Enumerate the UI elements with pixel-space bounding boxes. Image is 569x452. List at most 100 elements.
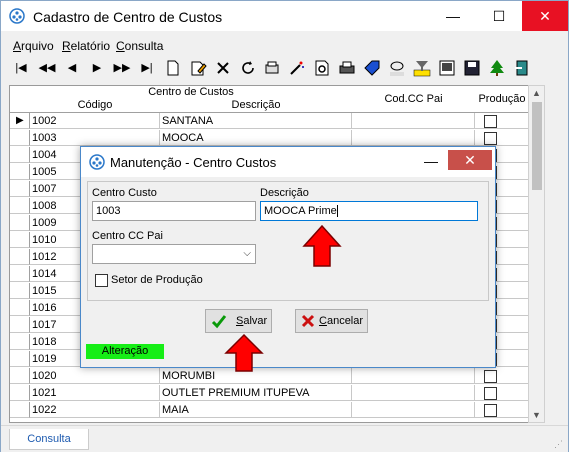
- new-document-icon[interactable]: [164, 59, 182, 77]
- goto-icon[interactable]: [388, 59, 406, 77]
- cell-producao: [475, 130, 529, 146]
- table-row[interactable]: 1003 MOOCA: [10, 130, 529, 147]
- salvar-label: alvar: [243, 315, 268, 327]
- refresh-icon[interactable]: [239, 59, 257, 77]
- row-indicator[interactable]: [10, 317, 30, 333]
- producao-checkbox[interactable]: [484, 370, 497, 383]
- header-producao[interactable]: Produção: [475, 86, 529, 113]
- edit-document-icon[interactable]: [189, 59, 207, 77]
- table-row[interactable]: ▶ 1002 SANTANA: [10, 113, 529, 130]
- table-row[interactable]: 1020 MORUMBI: [10, 368, 529, 385]
- cell-codigo[interactable]: 1003: [30, 130, 160, 146]
- cell-codigo[interactable]: 1022: [30, 402, 160, 418]
- print-preview-icon[interactable]: [313, 59, 331, 77]
- row-indicator[interactable]: ▶: [10, 113, 30, 129]
- menu-consulta[interactable]: Consulta: [116, 39, 163, 53]
- grid-vertical-scrollbar[interactable]: ▲ ▼: [528, 85, 545, 423]
- row-indicator[interactable]: [10, 198, 30, 214]
- filter-icon[interactable]: [413, 59, 431, 77]
- row-indicator[interactable]: [10, 300, 30, 316]
- cell-cc-pai[interactable]: [352, 368, 475, 384]
- producao-checkbox[interactable]: [484, 115, 497, 128]
- image-icon[interactable]: [438, 59, 456, 77]
- close-button[interactable]: ✕: [522, 1, 568, 31]
- cell-descricao[interactable]: MAIA: [160, 402, 352, 418]
- save-disk-icon[interactable]: [463, 59, 481, 77]
- cancel-x-icon: [301, 314, 315, 328]
- cell-descricao[interactable]: SANTANA: [160, 113, 352, 129]
- delete-icon[interactable]: [214, 59, 232, 77]
- row-indicator[interactable]: [10, 181, 30, 197]
- prev-page-icon[interactable]: ◀◀: [38, 59, 56, 77]
- cell-cc-pai[interactable]: [352, 130, 475, 146]
- last-record-icon[interactable]: ▶|: [138, 59, 156, 77]
- menu-arquivo-mnemonic: A: [13, 39, 22, 53]
- salvar-button[interactable]: Salvar: [205, 309, 272, 333]
- row-indicator[interactable]: [10, 334, 30, 350]
- centro-custo-field[interactable]: 1003: [92, 201, 256, 221]
- resize-grip-icon[interactable]: ⋰: [554, 439, 564, 449]
- table-row[interactable]: 1021 OUTLET PREMIUM ITUPEVA: [10, 385, 529, 402]
- table-row[interactable]: 1022 MAIA: [10, 402, 529, 419]
- next-record-icon[interactable]: ▶: [88, 59, 106, 77]
- scroll-up-icon[interactable]: ▲: [529, 86, 544, 100]
- menu-consulta-mnemonic: C: [116, 39, 125, 53]
- tree-icon[interactable]: [488, 59, 506, 77]
- tag-icon[interactable]: [363, 59, 381, 77]
- setor-producao-checkbox[interactable]: [95, 274, 108, 287]
- magic-wand-icon[interactable]: [288, 59, 306, 77]
- header-cod-cc-pai[interactable]: Cod.CC Pai: [352, 86, 476, 113]
- row-indicator[interactable]: [10, 147, 30, 163]
- first-record-icon[interactable]: |◀: [12, 59, 30, 77]
- menu-arquivo[interactable]: Arquivo: [13, 39, 54, 53]
- row-indicator[interactable]: [10, 351, 30, 367]
- cell-cc-pai[interactable]: [352, 113, 475, 129]
- menu-relatorio-label: elatório: [70, 39, 111, 53]
- cell-producao: [475, 402, 529, 418]
- row-indicator[interactable]: [10, 283, 30, 299]
- cc-pai-label: Centro CC Pai: [92, 230, 163, 242]
- row-indicator[interactable]: [10, 215, 30, 231]
- tab-consulta[interactable]: Consulta: [9, 429, 89, 450]
- red-arrow-salvar-icon: [224, 333, 264, 372]
- maximize-button[interactable]: ☐: [476, 1, 522, 31]
- print-settings-icon[interactable]: [263, 59, 281, 77]
- producao-checkbox[interactable]: [484, 132, 497, 145]
- cancelar-button[interactable]: Cancelar: [295, 309, 368, 333]
- next-page-icon[interactable]: ▶▶: [113, 59, 131, 77]
- cell-codigo[interactable]: 1002: [30, 113, 160, 129]
- header-codigo[interactable]: Código: [30, 99, 161, 113]
- exit-icon[interactable]: [513, 59, 531, 77]
- producao-checkbox[interactable]: [484, 387, 497, 400]
- row-indicator[interactable]: [10, 164, 30, 180]
- producao-checkbox[interactable]: [484, 404, 497, 417]
- row-indicator[interactable]: [10, 130, 30, 146]
- scroll-down-icon[interactable]: ▼: [529, 408, 544, 422]
- descricao-field[interactable]: MOOCA Prime: [260, 201, 478, 221]
- cell-cc-pai[interactable]: [352, 385, 475, 401]
- chevron-down-icon: ⌵: [243, 248, 251, 259]
- row-indicator[interactable]: [10, 385, 30, 401]
- cell-codigo[interactable]: 1020: [30, 368, 160, 384]
- minimize-button[interactable]: —: [430, 1, 476, 31]
- row-indicator[interactable]: [10, 368, 30, 384]
- menu-relatorio[interactable]: Relatório: [62, 39, 110, 53]
- header-descricao[interactable]: Descrição: [160, 99, 353, 113]
- maintenance-dialog: Manutenção - Centro Custos — ✕ Centro Cu…: [80, 146, 496, 368]
- cc-pai-select[interactable]: ⌵: [92, 244, 256, 264]
- red-arrow-descricao-icon: [302, 224, 342, 267]
- dialog-close-button[interactable]: ✕: [448, 150, 492, 170]
- cell-codigo[interactable]: 1021: [30, 385, 160, 401]
- row-indicator[interactable]: [10, 402, 30, 418]
- cell-cc-pai[interactable]: [352, 402, 475, 418]
- printer-icon[interactable]: [338, 59, 356, 77]
- toolbar: |◀ ◀◀ ◀ ▶ ▶▶ ▶|: [1, 57, 568, 79]
- dialog-minimize-button[interactable]: —: [416, 147, 446, 177]
- cell-descricao[interactable]: MOOCA: [160, 130, 352, 146]
- prev-record-icon[interactable]: ◀: [63, 59, 81, 77]
- row-indicator[interactable]: [10, 232, 30, 248]
- cell-descricao[interactable]: OUTLET PREMIUM ITUPEVA: [160, 385, 352, 401]
- row-indicator[interactable]: [10, 249, 30, 265]
- scroll-thumb[interactable]: [532, 102, 542, 190]
- row-indicator[interactable]: [10, 266, 30, 282]
